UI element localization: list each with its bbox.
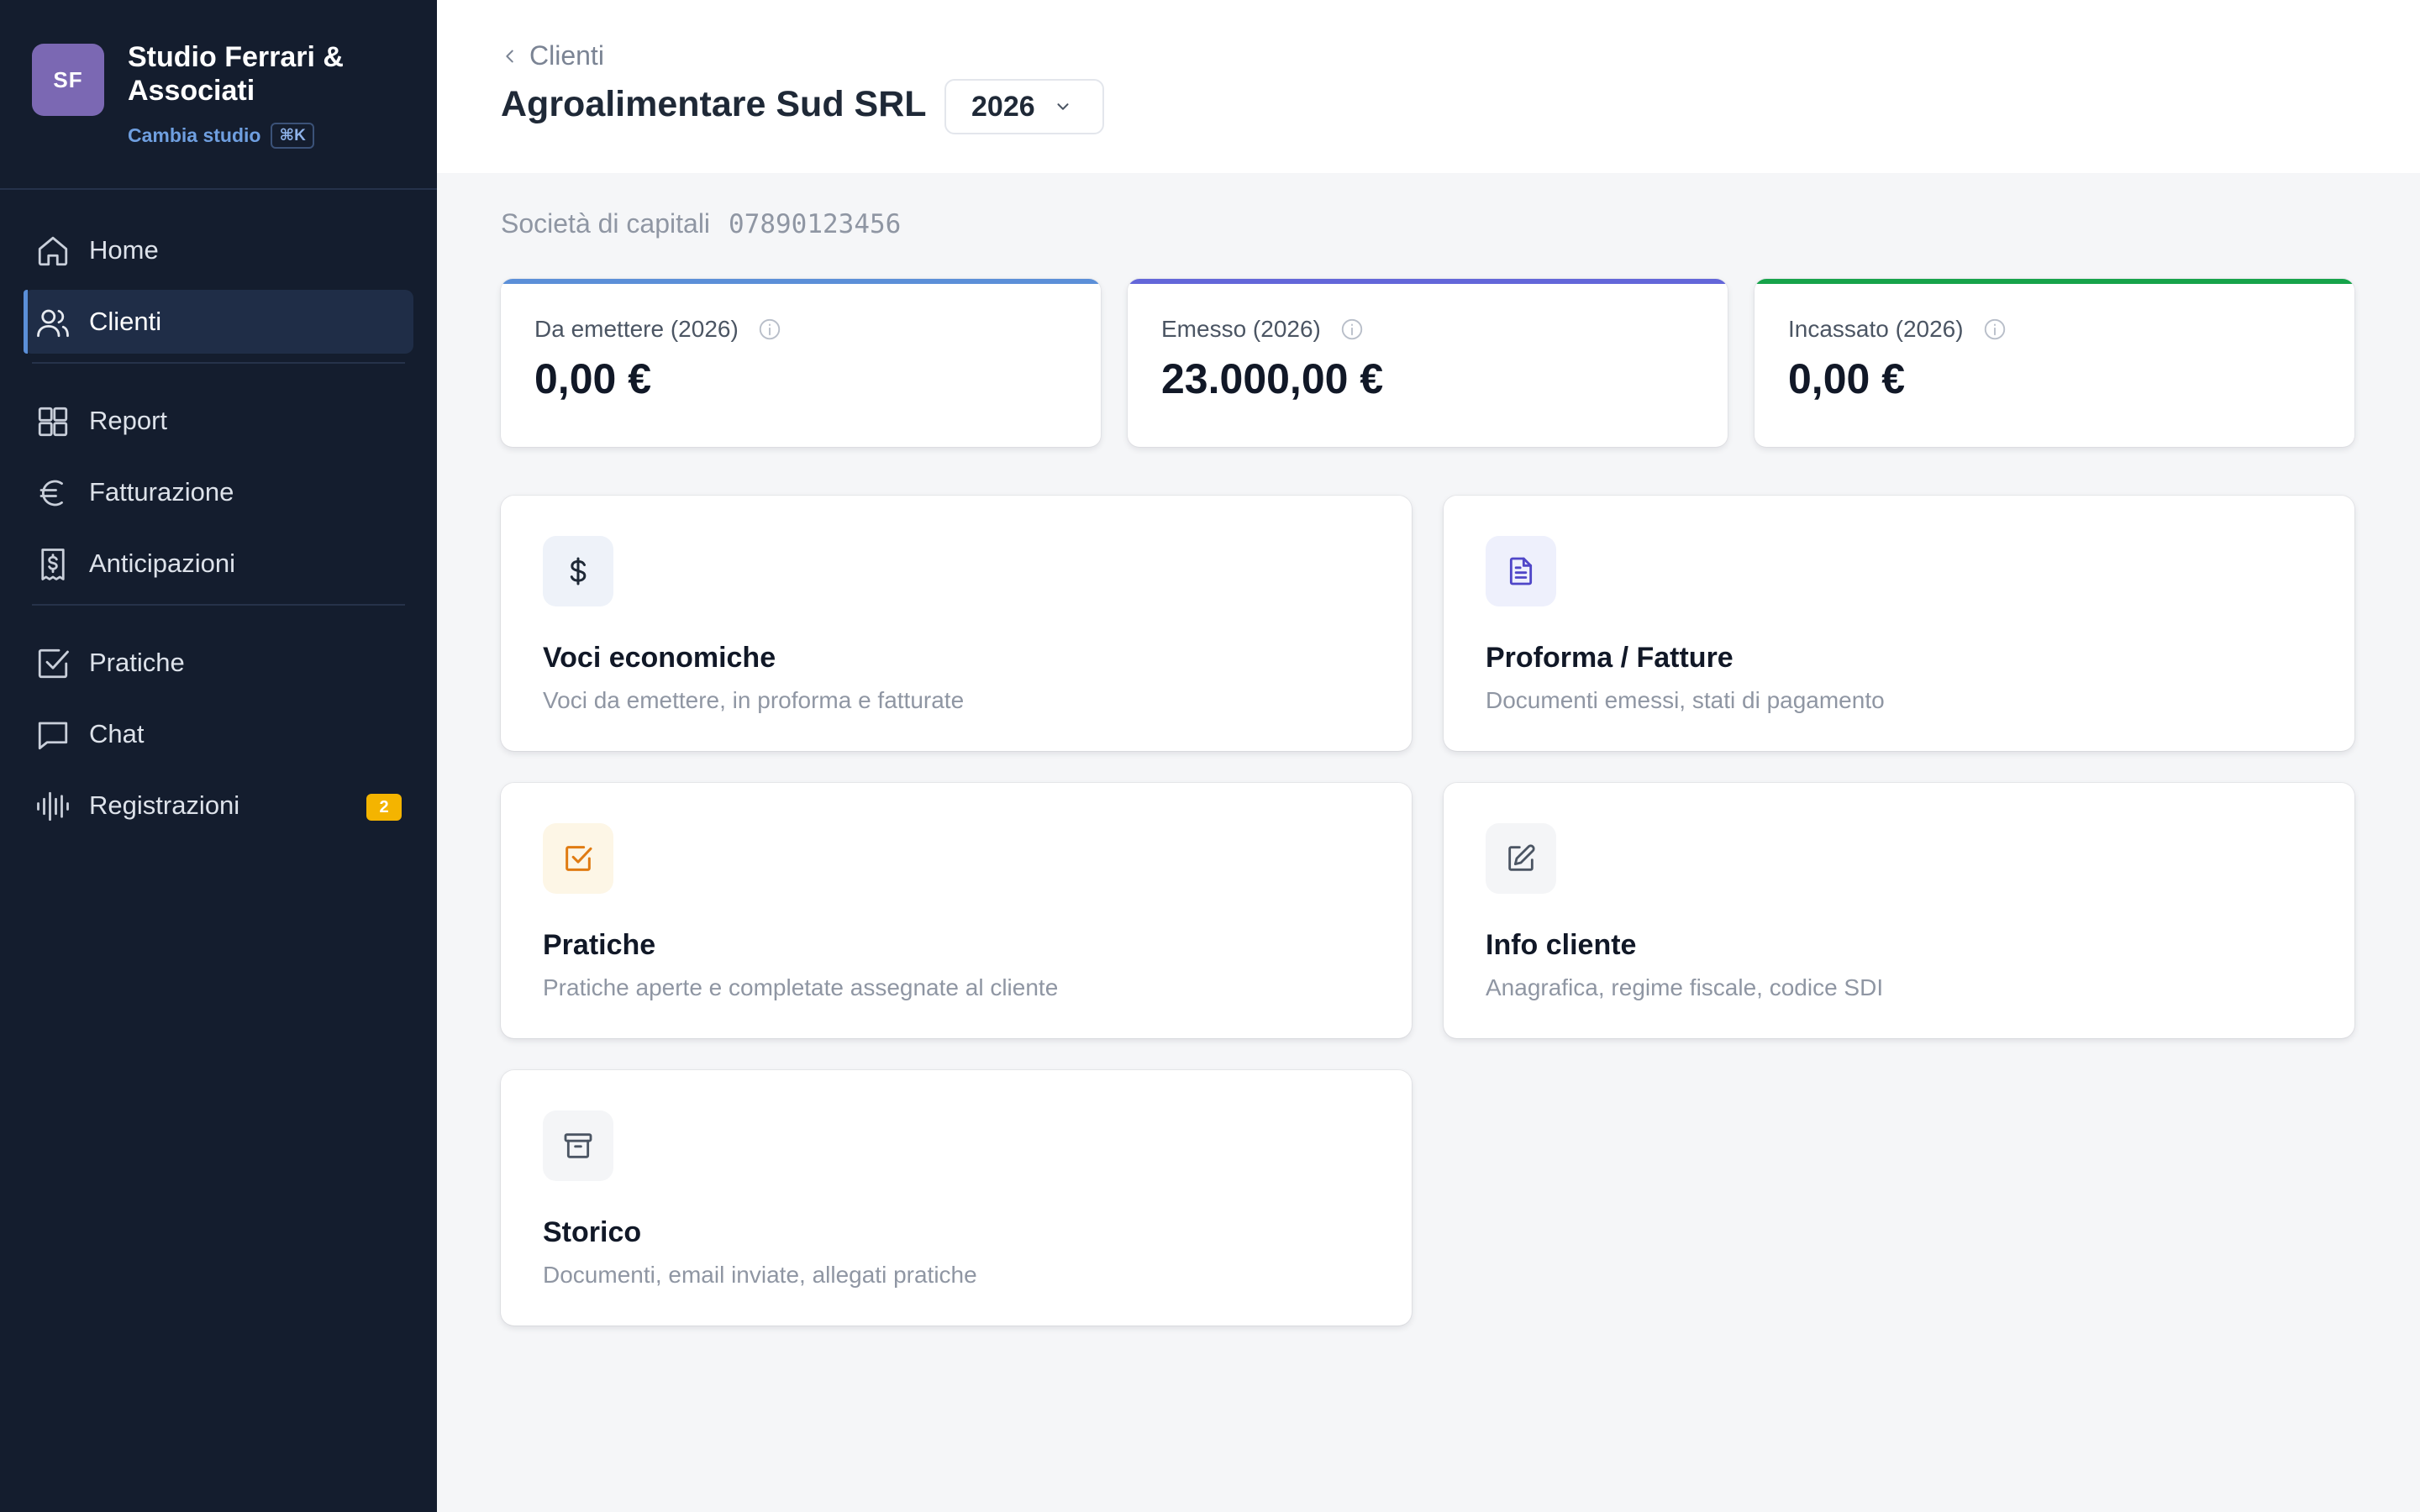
sidebar-item-label: Clienti bbox=[89, 307, 162, 336]
stat-label: Da emettere (2026) bbox=[534, 316, 739, 342]
dollar-icon bbox=[570, 557, 587, 585]
home-icon bbox=[38, 236, 68, 266]
card-title: Storico bbox=[543, 1216, 642, 1248]
card-title: Pratiche bbox=[543, 929, 656, 961]
info-icon[interactable] bbox=[1339, 317, 1365, 342]
checkbox-icon bbox=[566, 846, 592, 871]
edit-icon bbox=[1508, 844, 1535, 871]
sidebar-nav: Home Clienti Report Fatturazione Anticip… bbox=[24, 218, 413, 845]
sidebar-item-label: Report bbox=[89, 406, 168, 435]
studio-brand[interactable]: SF Studio Ferrari & Associati Cambia stu… bbox=[32, 41, 427, 161]
page-header: Clienti Agroalimentare Sud SRL 2026 bbox=[437, 0, 2420, 173]
card-proforma-fatture[interactable]: Proforma / Fatture Documenti emessi, sta… bbox=[1444, 496, 2354, 751]
card-title: Proforma / Fatture bbox=[1486, 642, 1733, 674]
card-desc: Pratiche aperte e completate assegnate a… bbox=[543, 974, 1059, 1000]
card-icon-box bbox=[543, 1110, 613, 1181]
stat-card-emesso: Emesso (2026) 23.000,00 € bbox=[1128, 279, 1728, 447]
sidebar: SF Studio Ferrari & Associati Cambia stu… bbox=[0, 0, 437, 1512]
stat-label: Emesso (2026) bbox=[1161, 316, 1321, 342]
card-info-cliente[interactable]: Info cliente Anagrafica, regime fiscale,… bbox=[1444, 783, 2354, 1038]
card-title: Info cliente bbox=[1486, 929, 1637, 961]
sidebar-item-label: Anticipazioni bbox=[89, 549, 236, 578]
sidebar-item-label: Registrazioni bbox=[89, 790, 240, 820]
chat-icon bbox=[38, 722, 68, 750]
sidebar-item-label: Fatturazione bbox=[89, 477, 234, 507]
sidebar-item-clienti[interactable]: Clienti bbox=[24, 290, 413, 354]
stat-value: 23.000,00 € bbox=[1161, 355, 1384, 402]
sidebar-item-pratiche[interactable]: Pratiche bbox=[24, 631, 413, 695]
card-icon-box bbox=[1486, 536, 1556, 606]
studio-name: Studio Ferrari & Associati bbox=[128, 41, 344, 107]
card-desc: Voci da emettere, in proforma e fatturat… bbox=[543, 687, 965, 713]
sidebar-item-fatturazione[interactable]: Fatturazione bbox=[24, 460, 413, 524]
year-select[interactable]: 2026 bbox=[944, 79, 1104, 134]
grid-icon bbox=[38, 407, 68, 437]
sidebar-item-report[interactable]: Report bbox=[24, 389, 413, 453]
sidebar-item-chat[interactable]: Chat bbox=[24, 702, 413, 766]
sidebar-item-home[interactable]: Home bbox=[24, 218, 413, 282]
breadcrumb-back[interactable]: Clienti bbox=[501, 40, 604, 71]
stat-card-incassato: Incassato (2026) 0,00 € bbox=[1754, 279, 2354, 447]
euro-icon bbox=[39, 480, 63, 507]
receipt-icon bbox=[41, 549, 65, 580]
stat-value: 0,00 € bbox=[534, 355, 652, 402]
stat-accent-bar bbox=[501, 279, 1101, 284]
info-icon[interactable] bbox=[757, 317, 782, 342]
studio-avatar: SF bbox=[32, 44, 104, 116]
breadcrumb-label: Clienti bbox=[529, 40, 604, 71]
users-icon bbox=[37, 309, 69, 338]
waveform-icon bbox=[37, 791, 69, 822]
card-storico[interactable]: Storico Documenti, email inviate, allega… bbox=[501, 1070, 1412, 1326]
chevron-left-icon bbox=[506, 50, 513, 62]
card-icon-box bbox=[1486, 823, 1556, 894]
client-type: Società di capitali bbox=[501, 208, 711, 239]
notification-badge: 2 bbox=[366, 794, 402, 821]
card-title: Voci economiche bbox=[543, 642, 776, 674]
page-title: Agroalimentare Sud SRL bbox=[501, 84, 927, 124]
card-desc: Anagrafica, regime fiscale, codice SDI bbox=[1486, 974, 1884, 1000]
sidebar-item-label: Pratiche bbox=[89, 648, 185, 677]
stat-accent-bar bbox=[1128, 279, 1728, 284]
card-desc: Documenti emessi, stati di pagamento bbox=[1486, 687, 1885, 713]
card-desc: Documenti, email inviate, allegati prati… bbox=[543, 1262, 977, 1288]
nav-divider bbox=[32, 604, 405, 606]
stat-label: Incassato (2026) bbox=[1788, 316, 1964, 342]
client-vat: 07890123456 bbox=[729, 209, 902, 239]
card-pratiche[interactable]: Pratiche Pratiche aperte e completate as… bbox=[501, 783, 1412, 1038]
switch-studio-link[interactable]: Cambia studio ⌘K bbox=[128, 123, 314, 149]
stat-value: 0,00 € bbox=[1788, 355, 1906, 402]
info-icon[interactable] bbox=[1982, 317, 2007, 342]
sidebar-divider bbox=[0, 188, 437, 190]
checkbox-icon bbox=[38, 648, 69, 679]
sidebar-item-label: Home bbox=[89, 235, 159, 265]
nav-divider bbox=[32, 362, 405, 364]
year-select-value: 2026 bbox=[971, 90, 1035, 123]
sidebar-item-registrazioni[interactable]: Registrazioni 2 bbox=[24, 774, 413, 837]
stat-accent-bar bbox=[1754, 279, 2354, 284]
card-icon-box bbox=[543, 823, 613, 894]
shortcut-badge: ⌘K bbox=[271, 123, 314, 149]
card-icon-box bbox=[543, 536, 613, 606]
stat-card-da-emettere: Da emettere (2026) 0,00 € bbox=[501, 279, 1101, 447]
client-subtitle: Società di capitali 07890123456 bbox=[501, 208, 901, 239]
sidebar-item-label: Chat bbox=[89, 719, 145, 748]
chevron-down-icon bbox=[1057, 103, 1069, 110]
archive-icon bbox=[564, 1133, 592, 1158]
card-voci-economiche[interactable]: Voci economiche Voci da emettere, in pro… bbox=[501, 496, 1412, 751]
document-icon bbox=[1509, 557, 1533, 585]
switch-studio-label: Cambia studio bbox=[128, 124, 261, 146]
sidebar-item-anticipazioni[interactable]: Anticipazioni bbox=[24, 532, 413, 596]
